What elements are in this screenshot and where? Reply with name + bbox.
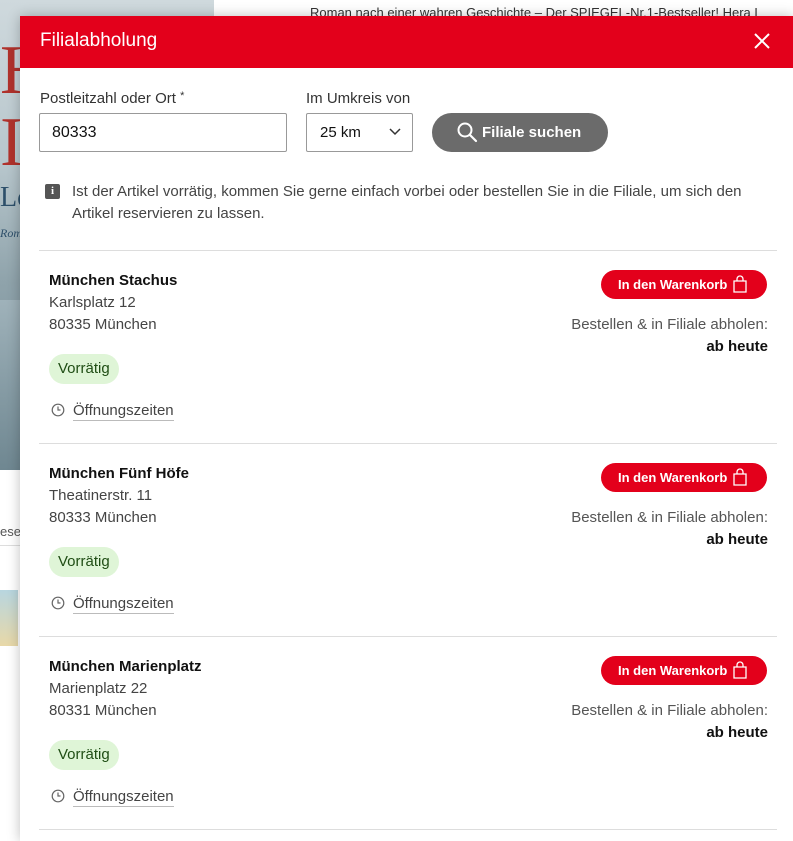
store-name: München Marienplatz <box>49 658 202 675</box>
store-pickup-modal: Filialabholung Postleitzahl oder Ort * I… <box>20 16 793 841</box>
zip-label-text: Postleitzahl oder Ort <box>40 90 176 107</box>
required-mark: * <box>180 90 185 102</box>
store-city: 80335 München <box>49 316 157 333</box>
shopping-bag-icon <box>733 275 747 293</box>
close-icon <box>754 33 770 49</box>
stock-status-badge: Vorrätig <box>49 740 119 770</box>
chevron-down-icon <box>389 128 401 136</box>
stock-status-badge: Vorrätig <box>49 354 119 384</box>
info-icon: i <box>45 184 60 199</box>
modal-title: Filialabholung <box>40 30 158 51</box>
stock-status-badge: Vorrätig <box>49 547 119 577</box>
opening-hours-label[interactable]: Öffnungszeiten <box>73 595 174 614</box>
opening-hours-label[interactable]: Öffnungszeiten <box>73 788 174 807</box>
shopping-bag-icon <box>733 468 747 486</box>
search-icon <box>457 122 478 143</box>
shopping-bag-icon <box>733 661 747 679</box>
pickup-label: Bestellen & in Filiale abholen: <box>571 509 768 526</box>
store-street: Theatinerstr. 11 <box>49 487 153 504</box>
store-name: München Stachus <box>49 272 178 289</box>
pickup-date: ab heute <box>706 724 768 741</box>
add-to-cart-button[interactable]: In den Warenkorb <box>601 270 767 299</box>
add-to-cart-label: In den Warenkorb <box>618 470 728 485</box>
zip-input[interactable] <box>39 113 287 152</box>
add-to-cart-label: In den Warenkorb <box>618 663 728 678</box>
store-city: 80331 München <box>49 702 157 719</box>
add-to-cart-label: In den Warenkorb <box>618 277 728 292</box>
add-to-cart-button[interactable]: In den Warenkorb <box>601 463 767 492</box>
background-side-text: ese <box>0 524 21 539</box>
pickup-date: ab heute <box>706 531 768 548</box>
pickup-date: ab heute <box>706 338 768 355</box>
background-thumbnail[interactable] <box>0 590 18 646</box>
add-to-cart-button[interactable]: In den Warenkorb <box>601 656 767 685</box>
search-store-button-label: Filiale suchen <box>482 124 582 141</box>
search-store-button[interactable]: Filiale suchen <box>432 113 608 152</box>
availability-info-text: Ist der Artikel vorrätig, kommen Sie ger… <box>72 183 742 222</box>
pickup-label: Bestellen & in Filiale abholen: <box>571 702 768 719</box>
store-list-item: München Marienplatz Marienplatz 22 80331… <box>20 636 793 829</box>
radius-field-label: Im Umkreis von <box>306 90 411 107</box>
list-divider <box>39 829 777 830</box>
background-divider <box>0 545 20 546</box>
clock-icon <box>51 789 65 803</box>
store-list-item: München Stachus Karlsplatz 12 80335 Münc… <box>20 250 793 443</box>
store-street: Marienplatz 22 <box>49 680 148 697</box>
zip-field-label: Postleitzahl oder Ort * <box>40 90 184 107</box>
store-city: 80333 München <box>49 509 157 526</box>
close-button[interactable] <box>749 28 775 54</box>
radius-select[interactable]: 25 km <box>306 113 413 152</box>
radius-selected-value: 25 km <box>320 124 361 141</box>
store-name: München Fünf Höfe <box>49 465 189 482</box>
opening-hours-label[interactable]: Öffnungszeiten <box>73 402 174 421</box>
modal-header: Filialabholung <box>20 16 793 68</box>
store-list-item: München Fünf Höfe Theatinerstr. 11 80333… <box>20 443 793 636</box>
clock-icon <box>51 596 65 610</box>
store-street: Karlsplatz 12 <box>49 294 136 311</box>
pickup-label: Bestellen & in Filiale abholen: <box>571 316 768 333</box>
clock-icon <box>51 403 65 417</box>
